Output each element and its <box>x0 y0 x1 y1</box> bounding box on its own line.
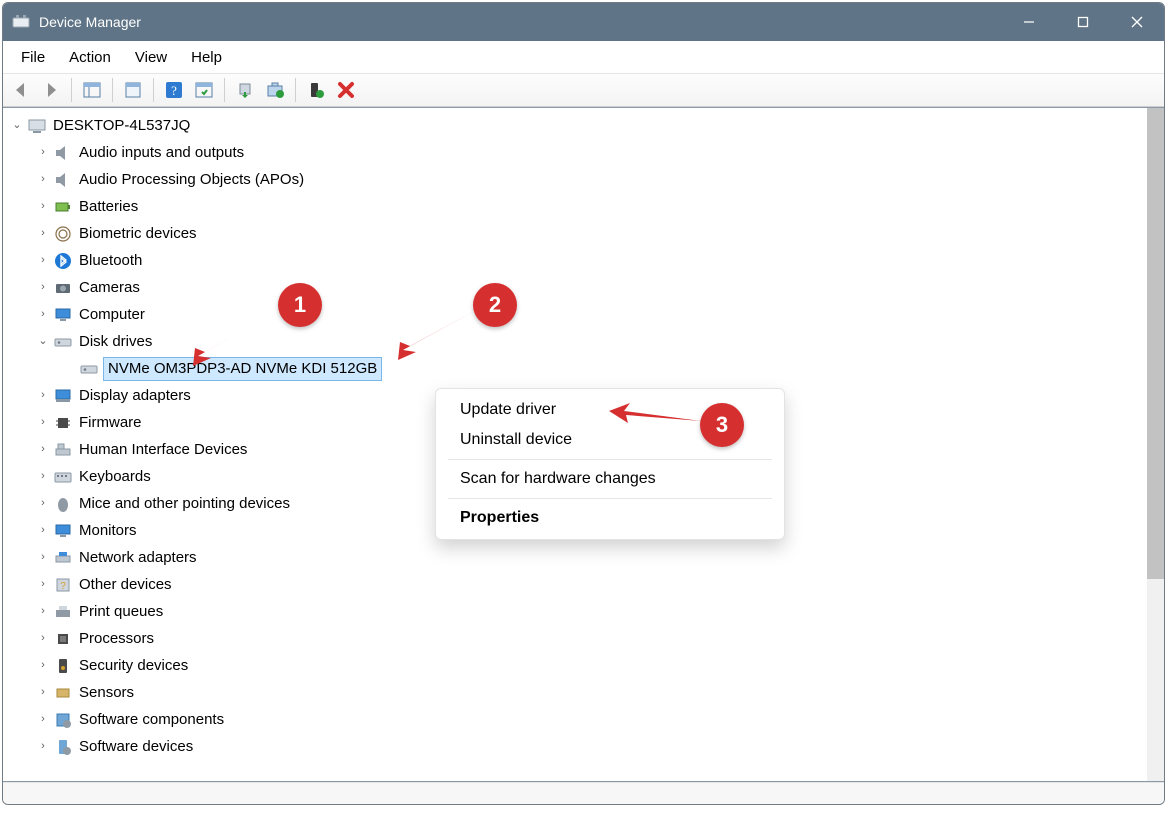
category-cameras[interactable]: ›Cameras <box>9 274 1147 301</box>
svg-text:?: ? <box>60 581 66 592</box>
monitor-icon <box>53 521 73 541</box>
disk-drive-item[interactable]: NVMe OM3PDP3-AD NVMe KDI 512GB <box>9 355 1147 382</box>
monitor-icon <box>53 305 73 325</box>
toolbar: ? <box>3 73 1164 107</box>
window-title: Device Manager <box>39 14 141 30</box>
forward-button[interactable] <box>37 77 65 103</box>
category-bluetooth[interactable]: ›Bluetooth <box>9 247 1147 274</box>
speaker-icon <box>53 170 73 190</box>
category-security[interactable]: ›Security devices <box>9 652 1147 679</box>
cpu-icon <box>53 629 73 649</box>
annotation-arrow-1 <box>183 308 293 372</box>
back-button[interactable] <box>7 77 35 103</box>
category-other[interactable]: ›?Other devices <box>9 571 1147 598</box>
computer-icon <box>27 116 47 136</box>
category-print-queues[interactable]: ›Print queues <box>9 598 1147 625</box>
uninstall-button[interactable] <box>261 77 289 103</box>
category-sw-components[interactable]: ›Software components <box>9 706 1147 733</box>
close-button[interactable] <box>1110 3 1164 41</box>
category-biometric[interactable]: ›Biometric devices <box>9 220 1147 247</box>
titlebar[interactable]: Device Manager <box>3 3 1164 41</box>
security-icon <box>53 656 73 676</box>
bluetooth-icon <box>53 251 73 271</box>
device-manager-window: Device Manager File Action View Help ? ⌄ <box>2 2 1165 805</box>
scan-button[interactable] <box>190 77 218 103</box>
annotation-badge-2: 2 <box>473 283 517 327</box>
sensor-icon <box>53 683 73 703</box>
chevron-down-icon[interactable]: ⌄ <box>9 112 25 139</box>
keyboard-icon <box>53 467 73 487</box>
annotation-arrow-3 <box>606 403 706 437</box>
camera-icon <box>53 278 73 298</box>
category-apos[interactable]: ›Audio Processing Objects (APOs) <box>9 166 1147 193</box>
ctx-scan[interactable]: Scan for hardware changes <box>436 464 784 494</box>
printer-icon <box>53 602 73 622</box>
maximize-button[interactable] <box>1056 3 1110 41</box>
unknown-device-icon: ? <box>53 575 73 595</box>
component-icon <box>53 710 73 730</box>
category-network[interactable]: ›Network adapters <box>9 544 1147 571</box>
svg-text:?: ? <box>171 83 177 98</box>
chevron-down-icon[interactable]: ⌄ <box>35 328 51 355</box>
category-disk-drives[interactable]: ⌄Disk drives <box>9 328 1147 355</box>
menu-action[interactable]: Action <box>57 45 123 70</box>
enable-button[interactable] <box>302 77 330 103</box>
battery-icon <box>53 197 73 217</box>
category-sensors[interactable]: ›Sensors <box>9 679 1147 706</box>
ctx-properties[interactable]: Properties <box>436 503 784 533</box>
menu-help[interactable]: Help <box>179 45 234 70</box>
annotation-badge-3: 3 <box>700 403 744 447</box>
hid-icon <box>53 440 73 460</box>
network-icon <box>53 548 73 568</box>
disable-button[interactable] <box>332 77 360 103</box>
category-computer[interactable]: ›Computer <box>9 301 1147 328</box>
annotation-badge-1: 1 <box>278 283 322 327</box>
mouse-icon <box>53 494 73 514</box>
disk-icon <box>79 359 99 379</box>
disk-icon <box>53 332 73 352</box>
properties-button[interactable] <box>119 77 147 103</box>
scrollbar-thumb[interactable] <box>1147 108 1164 579</box>
category-processors[interactable]: ›Processors <box>9 625 1147 652</box>
vertical-scrollbar[interactable] <box>1147 108 1164 781</box>
menubar: File Action View Help <box>3 41 1164 73</box>
chip-icon <box>53 413 73 433</box>
category-batteries[interactable]: ›Batteries <box>9 193 1147 220</box>
root-node[interactable]: ⌄ DESKTOP-4L537JQ <box>9 112 1147 139</box>
speaker-icon <box>53 143 73 163</box>
fingerprint-icon <box>53 224 73 244</box>
display-adapter-icon <box>53 386 73 406</box>
help-button[interactable]: ? <box>160 77 188 103</box>
menu-view[interactable]: View <box>123 45 179 70</box>
chevron-right-icon[interactable]: › <box>35 139 51 166</box>
category-sw-devices[interactable]: ›Software devices <box>9 733 1147 760</box>
minimize-button[interactable] <box>1002 3 1056 41</box>
software-device-icon <box>53 737 73 757</box>
menu-file[interactable]: File <box>9 45 57 70</box>
category-audio-io[interactable]: ›Audio inputs and outputs <box>9 139 1147 166</box>
statusbar <box>3 782 1164 804</box>
show-hide-tree-button[interactable] <box>78 77 106 103</box>
annotation-arrow-2 <box>388 308 488 367</box>
update-driver-button[interactable] <box>231 77 259 103</box>
app-icon <box>11 12 31 32</box>
